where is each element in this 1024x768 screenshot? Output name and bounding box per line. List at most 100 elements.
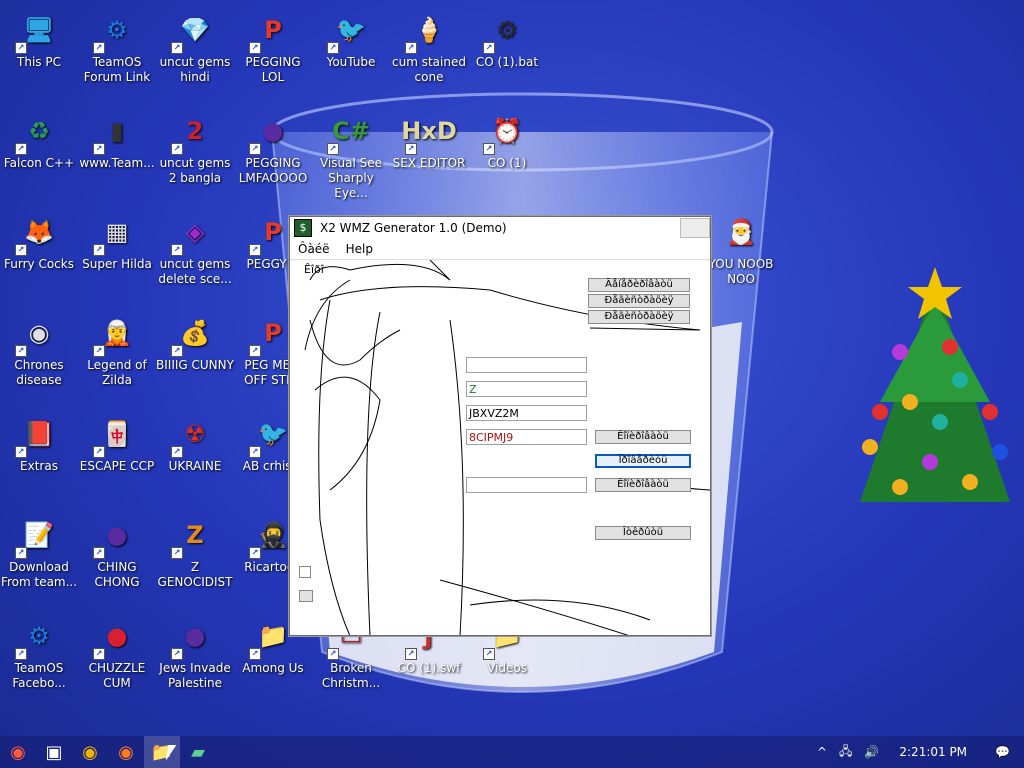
- close-button[interactable]: [680, 218, 710, 238]
- shortcut-arrow-icon: ↗: [171, 345, 183, 357]
- desktop-icon-label: BIIIIG CUNNY: [156, 358, 234, 372]
- desktop-icon-uncut-gems-hindi[interactable]: 💎 ↗ uncut gems hindi: [156, 8, 234, 85]
- desktop-icon-label: Chrones disease: [14, 358, 64, 387]
- desktop-icon-co-1-bat[interactable]: ⚙ ↗ CO (1).bat: [468, 8, 546, 70]
- checkbox[interactable]: [299, 566, 311, 578]
- desktop-icon-legend-of-zilda[interactable]: 🧝 ↗ Legend of Zilda: [78, 311, 156, 388]
- shortcut-arrow-icon: ↗: [327, 42, 339, 54]
- monitor-icon: 🖥 ↗: [15, 8, 61, 54]
- desktop-icon-ching-chong[interactable]: ● ↗ CHING CHONG: [78, 513, 156, 590]
- shortcut-arrow-icon: ↗: [93, 42, 105, 54]
- desktop-icon-extras[interactable]: 📕 ↗ Extras: [0, 412, 78, 474]
- gear-icon: ⚙ ↗: [93, 8, 139, 54]
- network-icon[interactable]: 🖧: [833, 742, 858, 763]
- desktop-icon-visual-see-sharply-eye[interactable]: C# ↗ Visual See Sharply Eye...: [312, 109, 390, 201]
- desktop-icon-teamos-facebo[interactable]: ⚙ ↗ TeamOS Facebo...: [0, 614, 78, 691]
- copy-button[interactable]: Êîïèðîâàòü: [595, 430, 691, 444]
- desktop-icon-co-1[interactable]: ⏰ ↗ CO (1): [468, 109, 546, 171]
- desktop-icon-furry-cocks[interactable]: 🦊 ↗ Furry Cocks: [0, 210, 78, 272]
- desktop-icon-you-noob-noo[interactable]: 🎅 YOU NOOB NOO: [702, 210, 780, 287]
- chrome-icon: ◉ ↗: [15, 311, 61, 357]
- task-view-button[interactable]: ▣: [36, 736, 72, 768]
- chrome-taskbar-icon[interactable]: ◉: [72, 736, 108, 768]
- shortcut-arrow-icon: ↗: [93, 143, 105, 155]
- desktop-icon-label: This PC: [17, 55, 61, 69]
- copy-button-2[interactable]: Êîïèðîâàòü: [595, 478, 691, 492]
- desktop-icon-label: Extras: [20, 459, 58, 473]
- desktop-icon-label: YouTube: [326, 55, 376, 69]
- notification-icon[interactable]: 💬: [981, 745, 1024, 759]
- shortcut-arrow-icon: ↗: [249, 244, 261, 256]
- radiation-icon: ☢ ↗: [171, 412, 217, 458]
- desktop-icon-youtube[interactable]: 🐦 ↗ YouTube: [312, 8, 390, 70]
- shortcut-arrow-icon: ↗: [15, 547, 27, 559]
- output-field-1[interactable]: [466, 357, 587, 373]
- desktop-icon-jews-invade-palestine[interactable]: ● ↗ Jews Invade Palestine: [156, 614, 234, 691]
- shortcut-arrow-icon: ↗: [405, 143, 417, 155]
- shortcut-arrow-icon: ↗: [405, 648, 417, 660]
- shortcut-arrow-icon: ↗: [171, 244, 183, 256]
- desktop-icon-download-from-team[interactable]: 📝 ↗ Download From team...: [0, 513, 78, 590]
- desktop-icon-super-hilda[interactable]: ▦ ↗ Super Hilda: [78, 210, 156, 272]
- shortcut-arrow-icon: ↗: [93, 446, 105, 458]
- open-button[interactable]: Îòêðûòü: [595, 526, 691, 540]
- desktop-icon-www-team[interactable]: ▮ ↗ www.Team...: [78, 109, 156, 171]
- menu-help[interactable]: Help: [338, 242, 381, 256]
- desktop-icon-label: uncut gems delete sce...: [158, 257, 232, 286]
- output-field-4[interactable]: 8CIPMJ9: [466, 429, 587, 445]
- desktop-icon-label: SEX EDITOR: [392, 156, 466, 170]
- desktop-icon-ukraine[interactable]: ☢ ↗ UKRAINE: [156, 412, 234, 474]
- desktop-icon-falcon-c[interactable]: ♻ ↗ Falcon C++: [0, 109, 78, 171]
- menu-file[interactable]: Ôàéë: [290, 242, 338, 256]
- check-button[interactable]: Ïðîâåðèòü: [595, 454, 691, 468]
- tab-label[interactable]: Êîðî: [304, 263, 324, 276]
- shortcut-arrow-icon: ↗: [171, 648, 183, 660]
- volume-icon[interactable]: 🔊: [858, 745, 885, 759]
- desktop-icon-sex-editor[interactable]: HxD ↗ SEX EDITOR: [390, 109, 468, 171]
- desktop-icon-label: PEGGING LMFAOOOO: [238, 156, 308, 185]
- desktop-icon-escape-ccp[interactable]: 🀄 ↗ ESCAPE CCP: [78, 412, 156, 474]
- shortcut-arrow-icon: ↗: [171, 42, 183, 54]
- shortcut-arrow-icon: ↗: [249, 648, 261, 660]
- desktop-icon-z-genocidist[interactable]: Z ↗ Z GENOCIDIST: [156, 513, 234, 590]
- output-field-3[interactable]: JBXVZ2M: [466, 405, 587, 421]
- register-button-2[interactable]: Ðåãèñòðàöèÿ: [588, 310, 690, 324]
- firefox-taskbar-icon[interactable]: ◉: [108, 736, 144, 768]
- register-button[interactable]: Ðåãèñòðàöèÿ: [588, 294, 690, 308]
- generate-button[interactable]: Ãåíåðèðîâàòü: [588, 278, 690, 292]
- desktop-icon-label: Broken Christm...: [321, 661, 381, 690]
- desktop-icon-chuzzle-cum[interactable]: ● ↗ CHUZZLE CUM: [78, 614, 156, 691]
- desktop-icon-cum-stained-cone[interactable]: 🍦 ↗ cum stained cone: [390, 8, 468, 85]
- desktop-icon-label: Super Hilda: [82, 257, 152, 271]
- clock[interactable]: 2:21:01 PM: [885, 745, 981, 759]
- window-title: X2 WMZ Generator 1.0 (Demo): [320, 221, 507, 235]
- desktop-icon-this-pc[interactable]: 🖥 ↗ This PC: [0, 8, 78, 70]
- app-taskbar-icon[interactable]: ▰: [180, 736, 216, 768]
- desktop-icon-uncut-gems-delete-sce[interactable]: ◈ ↗ uncut gems delete sce...: [156, 210, 234, 287]
- document-icon: ▮ ↗: [93, 109, 139, 155]
- z-icon: Z ↗: [171, 513, 217, 559]
- desktop-icon-pegging-lol[interactable]: P ↗ PEGGING LOL: [234, 8, 312, 85]
- book-icon: 📕 ↗: [15, 412, 61, 458]
- desktop-icon-pegging-lmfaoooo[interactable]: ● ↗ PEGGING LMFAOOOO: [234, 109, 312, 186]
- desktop-icon-uncut-gems-2-bangla[interactable]: 2 ↗ uncut gems 2 bangla: [156, 109, 234, 186]
- cone-icon: 🍦 ↗: [405, 8, 451, 54]
- desktop-icon-biiiig-cunny[interactable]: 💰 ↗ BIIIIG CUNNY: [156, 311, 234, 373]
- window-title-bar[interactable]: $ X2 WMZ Generator 1.0 (Demo): [290, 217, 710, 239]
- shortcut-arrow-icon: ↗: [327, 648, 339, 660]
- show-hidden-icons-chevron[interactable]: ^: [811, 745, 833, 759]
- desktop-icon-teamos-forum-link[interactable]: ⚙ ↗ TeamOS Forum Link: [78, 8, 156, 85]
- small-button[interactable]: [299, 590, 313, 602]
- output-field-5[interactable]: [466, 477, 587, 493]
- christmas-tree-decoration: [860, 267, 1010, 502]
- desktop-icon-label: Visual See Sharply Eye...: [319, 156, 383, 200]
- desktop-icon-label: CO (1).swf: [397, 661, 461, 675]
- output-field-2[interactable]: Z: [466, 381, 587, 397]
- start-button[interactable]: ◉: [0, 736, 36, 768]
- desktop-icon-label: Jews Invade Palestine: [159, 661, 231, 690]
- x2-wmz-generator-window[interactable]: $ X2 WMZ Generator 1.0 (Demo) Ôàéë Help: [289, 216, 711, 636]
- desktop-icon-label: TeamOS Forum Link: [83, 55, 151, 84]
- ball-icon: ● ↗: [93, 513, 139, 559]
- desktop-icon-chrones-disease[interactable]: ◉ ↗ Chrones disease: [0, 311, 78, 388]
- shortcut-arrow-icon: ↗: [249, 345, 261, 357]
